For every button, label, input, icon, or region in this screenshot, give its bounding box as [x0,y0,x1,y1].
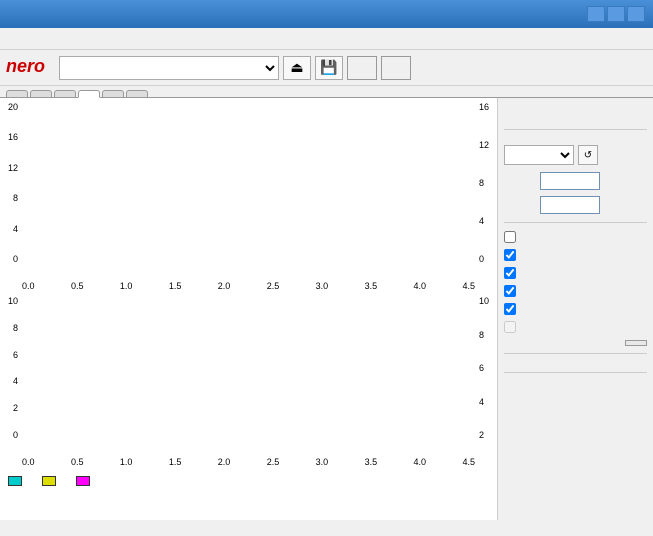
y-label-4: 4 [13,224,18,234]
y-right-4: 4 [479,216,484,226]
title-bar [0,0,653,28]
show-write-row [504,321,647,333]
x2-label-1-0: 1.0 [120,457,133,467]
y2-label-10: 10 [8,296,18,306]
main-content: 20 16 12 8 4 0 0.0 0.5 1.0 1.5 2.0 2.5 3… [0,98,653,520]
y2-label-0: 0 [13,430,18,440]
x-label-3-5: 3.5 [365,281,378,291]
x2-label-4-5: 4.5 [462,457,475,467]
x-label-3-0: 3.0 [316,281,329,291]
advanced-button[interactable] [625,340,647,346]
menu-bar [0,28,653,50]
x2-label-2-0: 2.0 [218,457,231,467]
chart-area: 20 16 12 8 4 0 0.0 0.5 1.0 1.5 2.0 2.5 3… [0,98,498,520]
show-read-checkbox[interactable] [504,303,516,315]
y-right-8: 8 [479,178,484,188]
y-label-16: 16 [8,132,18,142]
x-label-0-5: 0.5 [71,281,84,291]
exit-button[interactable] [381,56,411,80]
eject-button[interactable]: ⏏ [283,56,311,80]
y2-right-4: 4 [479,397,484,407]
start-input[interactable] [540,172,600,190]
x-label-1-5: 1.5 [169,281,182,291]
x-label-4-5: 4.5 [462,281,475,291]
y2-right-2: 2 [479,430,484,440]
y2-right-6: 6 [479,363,484,373]
y2-label-4: 4 [13,376,18,386]
y2-right-8: 8 [479,330,484,340]
speed-select[interactable] [504,145,574,165]
quick-scan-checkbox[interactable] [504,231,516,243]
menu-help[interactable] [58,37,74,41]
x-label-2-0: 2.0 [218,281,231,291]
tab-create-disc[interactable] [30,90,52,97]
drive-select[interactable] [59,56,279,80]
x-label-4-0: 4.0 [414,281,427,291]
y-right-12: 12 [479,140,489,150]
pif-color-box [42,476,56,486]
y2-label-8: 8 [13,323,18,333]
end-input[interactable] [540,196,600,214]
maximize-button[interactable] [607,6,625,22]
x2-label-0-0: 0.0 [22,457,35,467]
quick-scan-row [504,231,647,243]
legend-jitter [76,476,94,486]
minimize-button[interactable] [587,6,605,22]
show-c2pif-row [504,267,647,279]
x-label-0-0: 0.0 [22,281,35,291]
x2-label-4-0: 4.0 [414,457,427,467]
y-label-12: 12 [8,163,18,173]
x2-label-2-5: 2.5 [267,457,280,467]
show-write-checkbox[interactable] [504,321,516,333]
y2-label-2: 2 [13,403,18,413]
show-c2pif-checkbox[interactable] [504,267,516,279]
x2-label-1-5: 1.5 [169,457,182,467]
x-label-1-0: 1.0 [120,281,133,291]
menu-run-test[interactable] [22,37,38,41]
show-c1pie-row [504,249,647,261]
show-read-row [504,303,647,315]
top-chart-canvas [20,100,450,265]
settings-refresh-btn[interactable]: ↺ [578,145,598,165]
legend-pie [8,476,26,486]
bottom-chart-canvas [20,294,450,439]
y-label-0: 0 [13,254,18,264]
menu-file[interactable] [4,37,20,41]
legend [2,472,495,488]
show-c1pie-checkbox[interactable] [504,249,516,261]
x2-label-3-5: 3.5 [365,457,378,467]
y-right-16: 16 [479,102,489,112]
show-jitter-row [504,285,647,297]
show-jitter-checkbox[interactable] [504,285,516,297]
toolbar: nero ⏏ 💾 [0,50,653,86]
y-label-8: 8 [13,193,18,203]
x-label-2-5: 2.5 [267,281,280,291]
tab-scandisc[interactable] [126,90,148,97]
y-label-20: 20 [8,102,18,112]
tab-disc-info[interactable] [54,90,76,97]
close-button[interactable] [627,6,645,22]
tab-advanced-disc-quality[interactable] [102,90,124,97]
y-right-0: 0 [479,254,484,264]
progress-section [504,384,647,388]
menu-extra[interactable] [40,37,56,41]
jitter-color-box [76,476,90,486]
x2-label-0-5: 0.5 [71,457,84,467]
pie-color-box [8,476,22,486]
x2-label-3-0: 3.0 [316,457,329,467]
tab-bar [0,86,653,98]
save-button[interactable]: 💾 [315,56,343,80]
nero-logo: nero [6,57,45,75]
right-panel: ↺ [498,98,653,520]
tab-disc-quality[interactable] [78,90,100,98]
y2-right-10: 10 [479,296,489,306]
start-button[interactable] [347,56,377,80]
y2-label-6: 6 [13,350,18,360]
tab-benchmark[interactable] [6,90,28,97]
legend-pif [42,476,60,486]
